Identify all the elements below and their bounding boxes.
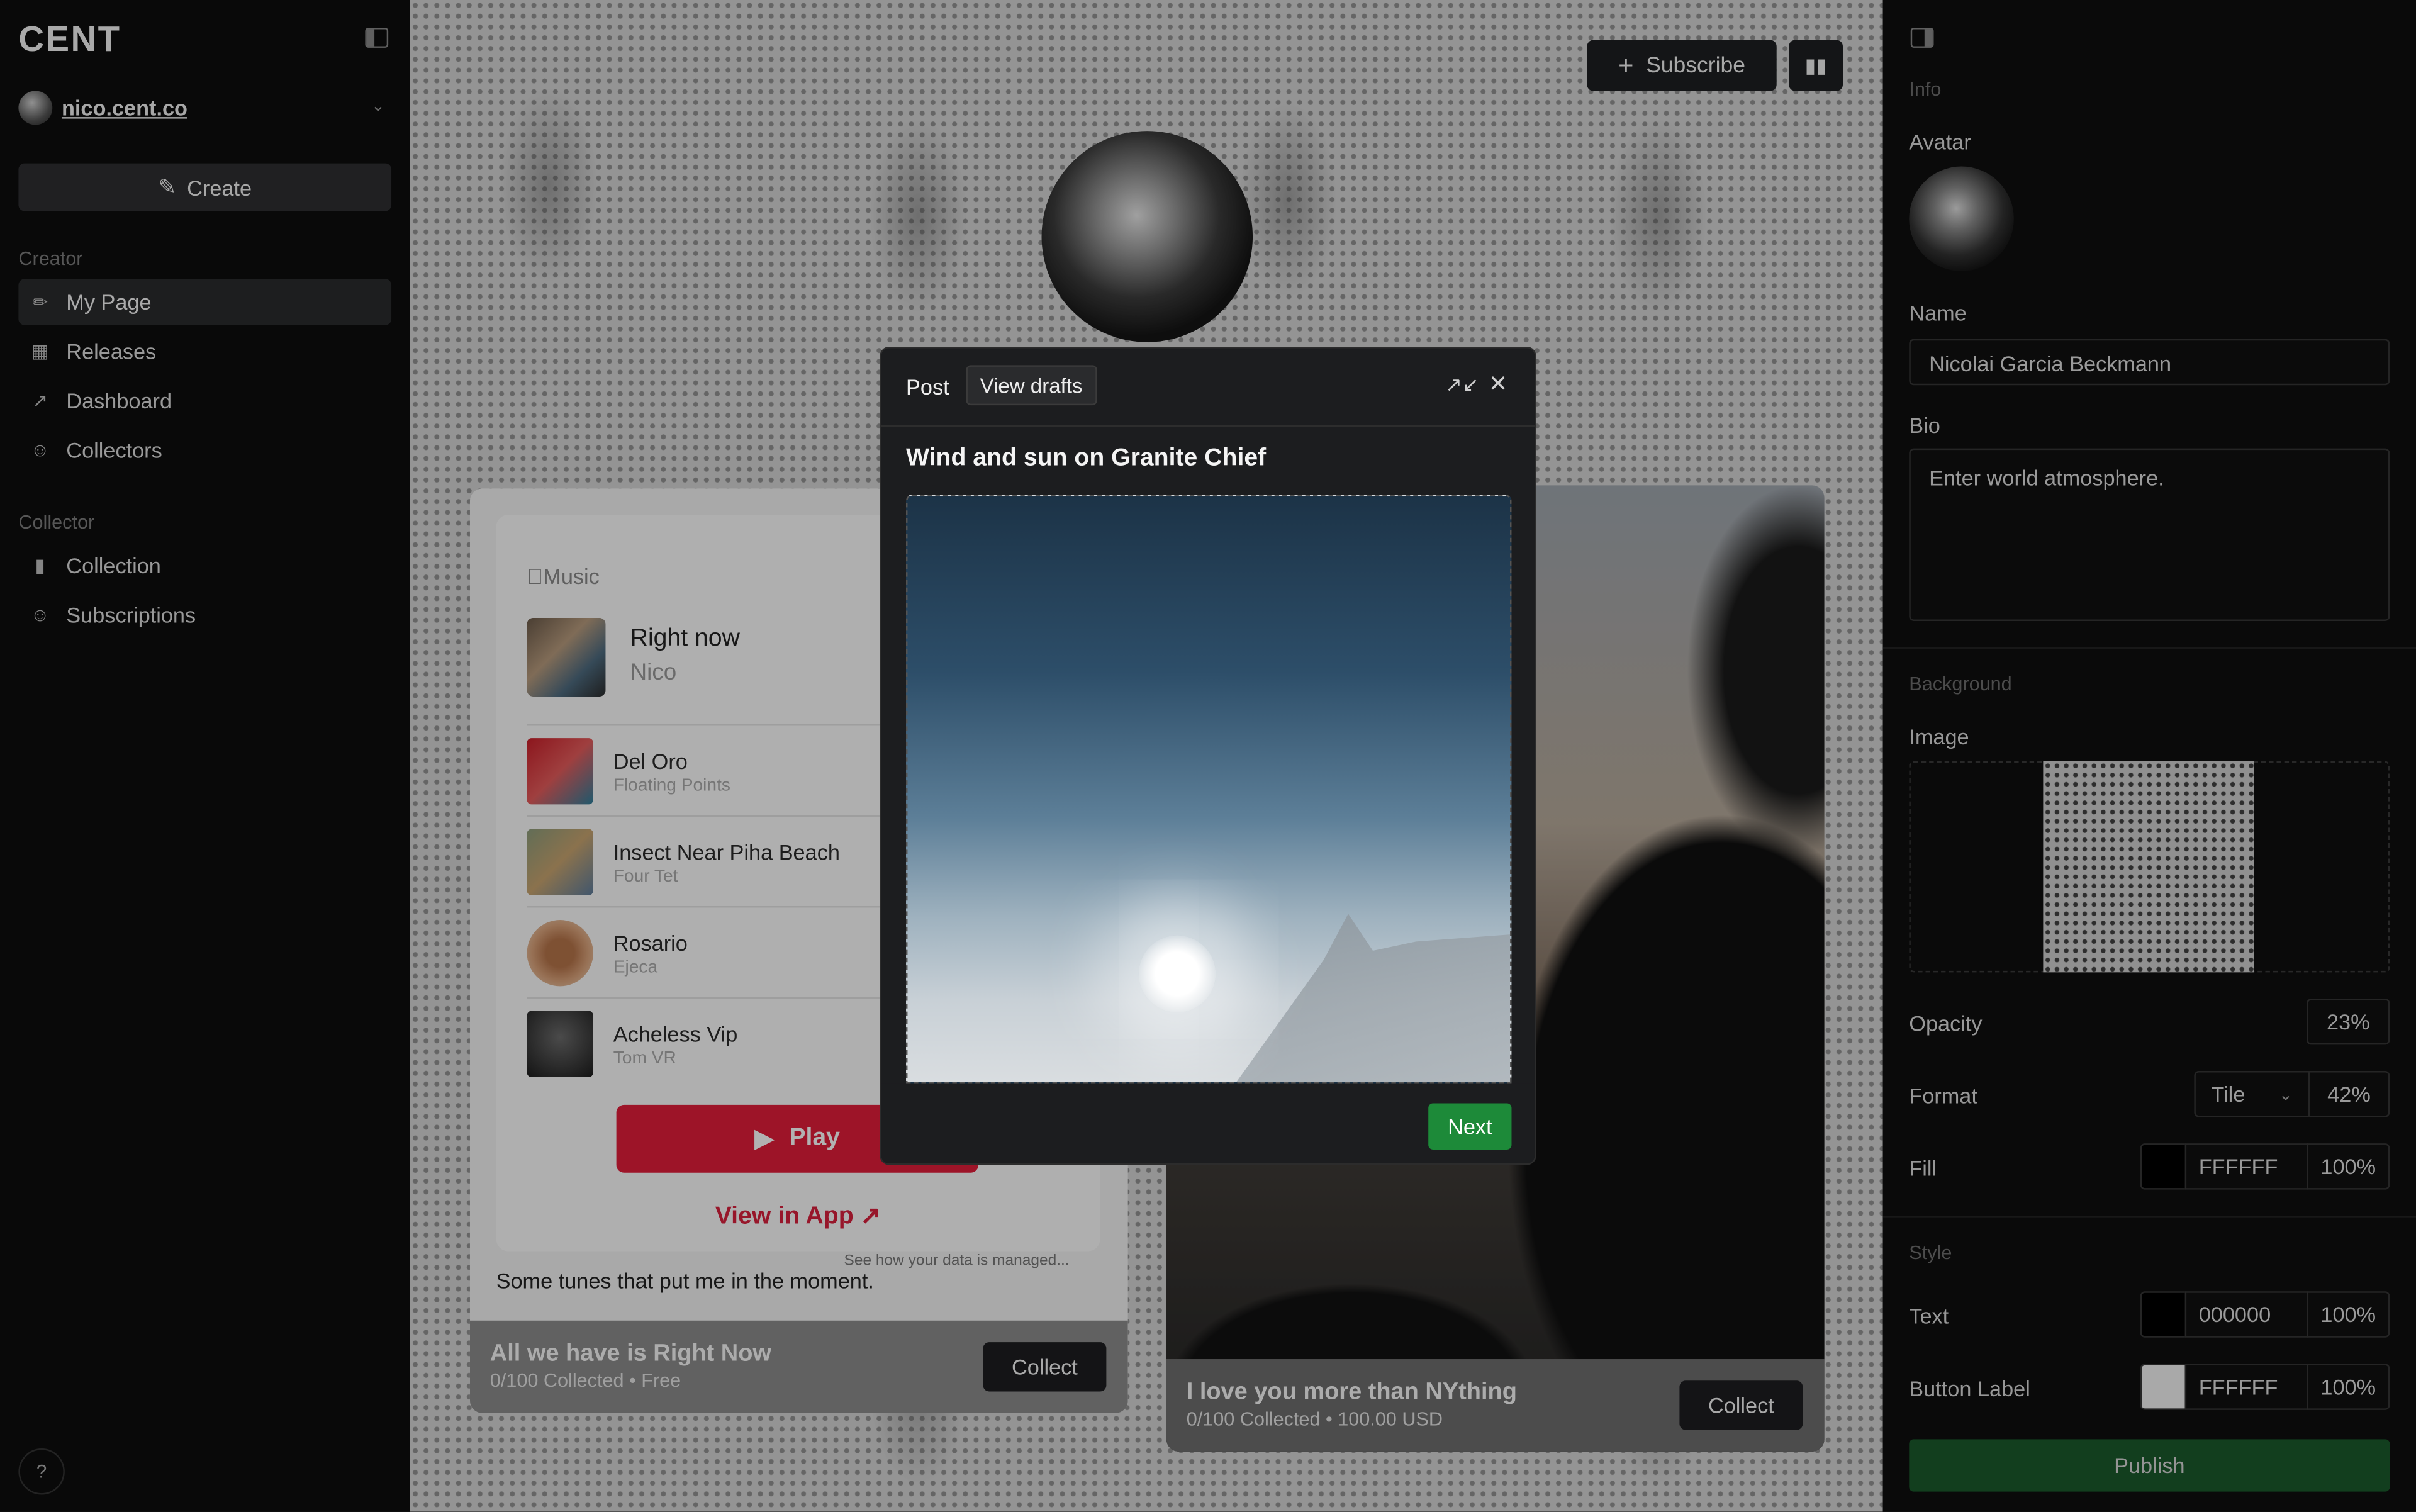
post-image-preview[interactable] xyxy=(906,495,1512,1084)
next-button[interactable]: Next xyxy=(1428,1103,1512,1150)
post-modal: Post View drafts ↗↙ ✕ Wind and sun on Gr… xyxy=(880,347,1536,1165)
image-mountain xyxy=(1231,914,1511,1082)
app-root: CENT nico.cent.co ⌄ ✎ Create Creator ✏ M… xyxy=(0,0,2416,1512)
expand-icon[interactable]: ↗↙ xyxy=(1445,373,1479,398)
modal-header: Post View drafts ↗↙ ✕ xyxy=(881,348,1535,427)
post-title: Wind and sun on Granite Chief xyxy=(906,445,1267,472)
image-sun xyxy=(1138,935,1216,1012)
view-drafts-button[interactable]: View drafts xyxy=(966,365,1097,406)
close-icon[interactable]: ✕ xyxy=(1489,370,1508,398)
tab-post[interactable]: Post xyxy=(906,374,949,399)
